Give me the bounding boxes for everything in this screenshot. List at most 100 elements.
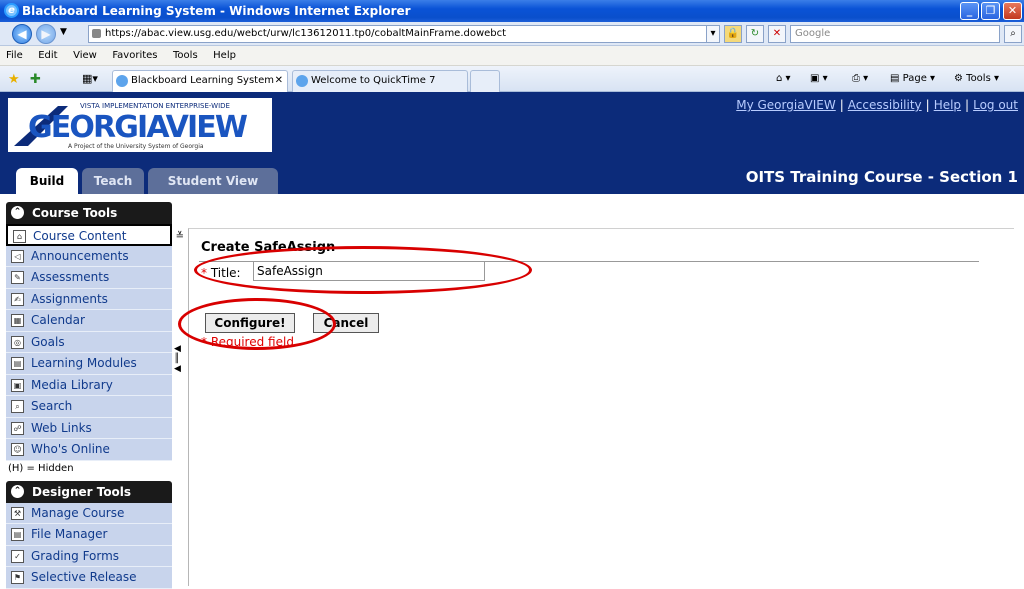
- tab-quicktime[interactable]: Welcome to QuickTime 7: [292, 70, 468, 92]
- sidebar-item-label: Calendar: [31, 313, 85, 327]
- sidebar-item-grading-forms[interactable]: ✓ Grading Forms: [6, 545, 172, 567]
- close-tab-icon[interactable]: ✕: [275, 71, 283, 91]
- sidebar-item-assignments[interactable]: ✍ Assignments: [6, 288, 172, 310]
- designer-tools-list: ⚒ Manage Course ▤ File Manager ✓ Grading Form…: [6, 502, 172, 589]
- sidebar-item-course-content[interactable]: ⌂ Course Content ≚: [6, 224, 184, 246]
- header-links: My GeorgiaVIEW | Accessibility | Help | Log ou…: [736, 98, 1018, 112]
- logo-main-text: GEORGIAVIEW: [28, 110, 248, 145]
- ie-logo-icon: e: [4, 3, 19, 18]
- sidebar-item-web-links[interactable]: ☍ Web Links: [6, 417, 172, 439]
- add-favorites-icon[interactable]: ✚: [30, 72, 41, 87]
- tab-teach[interactable]: Teach: [82, 168, 144, 194]
- sidebar-item-label: Grading Forms: [31, 548, 120, 563]
- quick-tabs-icon[interactable]: ▦▾: [82, 72, 98, 85]
- designer-tools-title: Designer Tools: [32, 484, 132, 499]
- configure-button[interactable]: Configure!: [205, 313, 295, 333]
- logo-sub-text: A Project of the University System of Ge…: [68, 143, 204, 150]
- back-button[interactable]: ◀: [12, 24, 32, 44]
- sidebar-item-label: Media Library: [31, 377, 113, 392]
- close-window-button[interactable]: ✕: [1003, 2, 1022, 20]
- sidebar-item-assessments[interactable]: ✎ Assessments: [6, 267, 172, 289]
- designer-tools-header[interactable]: ⌃ Designer Tools: [6, 480, 172, 503]
- menu-view[interactable]: View: [67, 46, 103, 66]
- tab-student-view[interactable]: Student View: [148, 168, 278, 194]
- menu-tools[interactable]: Tools: [167, 46, 204, 66]
- sidebar-item-learning-modules[interactable]: ▤ Learning Modules: [6, 353, 172, 375]
- window-title-bar: e Blackboard Learning System - Windows I…: [0, 0, 1024, 22]
- my-georgiaview-link[interactable]: My GeorgiaVIEW: [736, 98, 836, 112]
- assessment-icon: ✎: [11, 271, 24, 284]
- search-input[interactable]: Google: [790, 25, 1000, 43]
- sidebar-item-label: Manage Course: [31, 505, 125, 520]
- tab-label: Welcome to QuickTime 7: [311, 75, 436, 86]
- maximize-button[interactable]: ❐: [981, 2, 1000, 20]
- course-title: OITS Training Course - Section 1: [745, 168, 1018, 186]
- tab-blackboard[interactable]: Blackboard Learning System ✕: [112, 70, 288, 92]
- tools-menu-button[interactable]: ⚙ Tools ▾: [954, 70, 999, 88]
- module-icon: ▤: [11, 357, 24, 370]
- sidebar: ⌃ Course Tools ⌂ Course Content ≚ ◁ Announce…: [6, 202, 184, 589]
- page-menu-button[interactable]: ▤ Page ▾: [890, 70, 935, 88]
- home-icon[interactable]: ⌂ ▾: [776, 70, 791, 88]
- stop-icon[interactable]: ✕: [768, 25, 786, 43]
- sidebar-item-manage-course[interactable]: ⚒ Manage Course: [6, 502, 172, 524]
- favorites-star-icon[interactable]: ★: [8, 72, 20, 87]
- collapse-icon[interactable]: ⌃: [11, 484, 24, 498]
- web-links-icon: ☍: [11, 421, 24, 435]
- menu-file[interactable]: File: [0, 46, 29, 66]
- ie-favicon-icon: [296, 75, 308, 87]
- security-lock-icon[interactable]: 🔒: [724, 25, 742, 43]
- forward-button[interactable]: ▶: [36, 24, 56, 44]
- page-icon: [92, 29, 101, 38]
- menu-favorites[interactable]: Favorites: [106, 46, 163, 66]
- menu-bar: File Edit View Favorites Tools Help: [0, 46, 1024, 66]
- address-toolbar: ◀ ▶ ▼ https://abac.view.usg.edu/webct/ur…: [0, 22, 1024, 46]
- address-dropdown-icon[interactable]: ▾: [706, 25, 720, 43]
- home-icon: ⌂: [13, 230, 26, 243]
- people-icon: ☺: [11, 443, 24, 456]
- expand-icon[interactable]: ≚: [176, 226, 184, 247]
- sidebar-item-announcements[interactable]: ◁ Announcements: [6, 245, 172, 267]
- sidebar-item-goals[interactable]: ◎ Goals: [6, 331, 172, 353]
- sidebar-item-label: Course Content: [33, 229, 127, 243]
- course-tools-title: Course Tools: [32, 206, 118, 220]
- minimize-button[interactable]: _: [960, 2, 979, 20]
- cancel-button[interactable]: Cancel: [313, 313, 379, 333]
- log-out-link[interactable]: Log out: [973, 98, 1018, 112]
- help-link[interactable]: Help: [934, 98, 961, 112]
- sidebar-item-label: Announcements: [31, 248, 129, 263]
- address-url: https://abac.view.usg.edu/webct/urw/lc13…: [105, 28, 507, 39]
- hidden-note: (H) = Hidden: [6, 460, 172, 477]
- sidebar-item-media-library[interactable]: ▣ Media Library: [6, 374, 172, 396]
- logo-top-text: VISTA IMPLEMENTATION ENTERPRISE-WIDE: [80, 102, 230, 110]
- menu-edit[interactable]: Edit: [32, 46, 63, 66]
- course-tools-list: ⌂ Course Content ≚ ◁ Announcements ✎ Assessmen…: [6, 224, 184, 461]
- search-go-icon[interactable]: ⌕: [1004, 25, 1022, 43]
- history-dropdown-icon[interactable]: ▼: [60, 27, 67, 37]
- goals-icon: ◎: [11, 335, 24, 349]
- menu-help[interactable]: Help: [207, 46, 242, 66]
- main-content: Create SafeAssign * Title: Configure! Ca…: [188, 228, 1014, 586]
- sidebar-item-calendar[interactable]: ▦ Calendar: [6, 310, 172, 332]
- feeds-icon[interactable]: ▣ ▾: [810, 70, 828, 88]
- page-title: Create SafeAssign: [201, 240, 336, 255]
- sidebar-item-search[interactable]: ⌕ Search: [6, 396, 172, 418]
- accessibility-link[interactable]: Accessibility: [848, 98, 922, 112]
- tab-build[interactable]: Build: [16, 168, 78, 194]
- georgiaview-logo: VISTA IMPLEMENTATION ENTERPRISE-WIDE GEO…: [8, 98, 272, 152]
- assignment-icon: ✍: [11, 292, 24, 306]
- title-input[interactable]: [253, 261, 485, 281]
- sidebar-item-file-manager[interactable]: ▤ File Manager: [6, 524, 172, 546]
- address-input[interactable]: https://abac.view.usg.edu/webct/urw/lc13…: [88, 25, 708, 43]
- collapse-icon[interactable]: ⌃: [11, 206, 24, 219]
- new-tab-button[interactable]: [470, 70, 500, 92]
- tab-label: Blackboard Learning System: [131, 75, 274, 86]
- refresh-icon[interactable]: ↻: [746, 25, 764, 43]
- print-icon[interactable]: ⎙ ▾: [852, 70, 868, 88]
- grading-forms-icon: ✓: [11, 549, 24, 563]
- sidebar-item-selective-release[interactable]: ⚑ Selective Release: [6, 567, 172, 589]
- file-manager-icon: ▤: [11, 528, 24, 541]
- course-tools-header[interactable]: ⌃ Course Tools: [6, 202, 172, 224]
- sidebar-item-who-s-online[interactable]: ☺ Who's Online: [6, 439, 172, 461]
- sidebar-collapse-handle[interactable]: ◀ ║ ◀: [174, 344, 182, 392]
